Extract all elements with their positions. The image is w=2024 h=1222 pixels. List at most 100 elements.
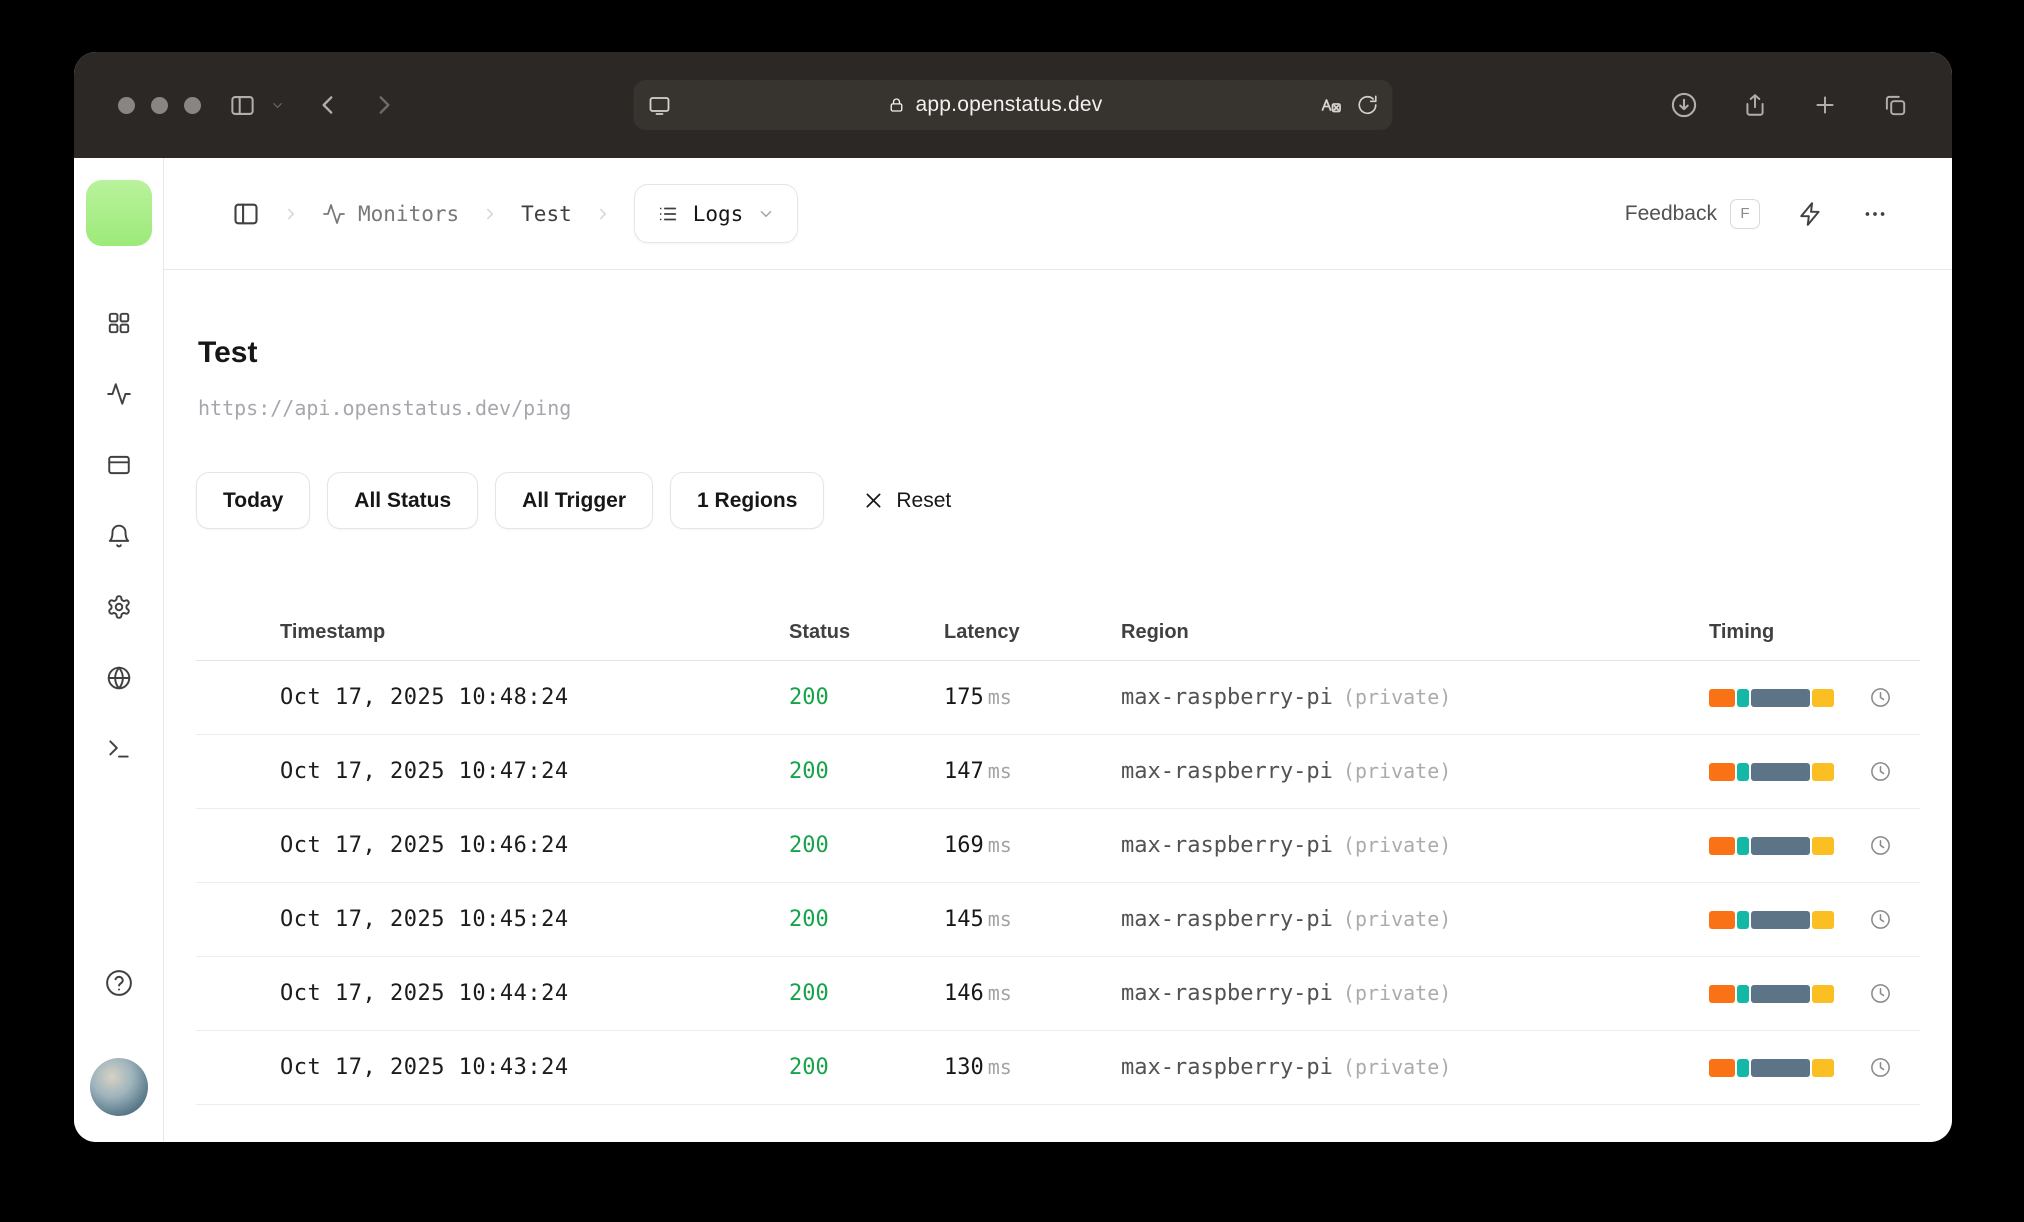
timing-segment-ttfb bbox=[1750, 762, 1811, 781]
list-icon bbox=[657, 203, 679, 225]
globe-icon[interactable] bbox=[106, 665, 132, 691]
clock-icon bbox=[1869, 760, 1892, 783]
cell-latency: 147 bbox=[944, 759, 984, 784]
clock-icon bbox=[1869, 908, 1892, 931]
table-row[interactable]: Oct 17, 2025 10:43:24 200 130 ms max-rasp… bbox=[196, 1031, 1920, 1105]
timing-segment-connect bbox=[1736, 910, 1749, 929]
cell-timestamp: Oct 17, 2025 10:46:24 bbox=[280, 833, 569, 858]
forward-icon[interactable] bbox=[371, 92, 397, 118]
filter-bar: Today All Status All Trigger 1 Regions R… bbox=[196, 472, 1920, 529]
reload-icon[interactable] bbox=[1357, 94, 1379, 116]
cell-region: max-raspberry-pi bbox=[1121, 759, 1333, 784]
col-latency: Latency bbox=[944, 621, 1020, 643]
downloads-icon[interactable] bbox=[1670, 91, 1698, 119]
page-title: Test bbox=[198, 336, 258, 369]
activity-icon bbox=[322, 202, 346, 226]
table-row[interactable]: Oct 17, 2025 10:47:24 200 147 ms max-rasp… bbox=[196, 735, 1920, 809]
timing-segment-ttfb bbox=[1750, 1058, 1811, 1077]
new-tab-icon[interactable] bbox=[1812, 92, 1838, 118]
table-row[interactable]: Oct 17, 2025 10:48:24 200 175 ms max-rasp… bbox=[196, 661, 1920, 735]
clock-icon bbox=[1869, 686, 1892, 709]
cell-latency-unit: ms bbox=[987, 1055, 1012, 1079]
close-window-button[interactable] bbox=[118, 96, 135, 114]
zap-icon[interactable] bbox=[1798, 201, 1824, 227]
chevron-down-icon[interactable] bbox=[270, 98, 285, 113]
clock-icon bbox=[1869, 834, 1892, 857]
more-options-icon[interactable] bbox=[1862, 201, 1888, 227]
help-icon[interactable] bbox=[104, 968, 134, 998]
lock-icon bbox=[888, 96, 906, 114]
timing-segment-dns bbox=[1709, 1058, 1735, 1077]
timing-bar bbox=[1709, 1058, 1834, 1077]
timing-bar bbox=[1709, 688, 1834, 707]
logs-table: Timestamp Status Latency Region Timing O… bbox=[196, 605, 1920, 1105]
feedback-button[interactable]: Feedback F bbox=[1625, 198, 1760, 229]
minimize-window-button[interactable] bbox=[151, 96, 168, 114]
cell-latency-unit: ms bbox=[987, 907, 1012, 931]
app-sidebar bbox=[74, 158, 164, 1142]
cell-latency-unit: ms bbox=[987, 759, 1012, 783]
settings-gear-icon[interactable] bbox=[106, 594, 132, 620]
translate-icon[interactable] bbox=[1319, 93, 1343, 117]
panel-left-icon[interactable] bbox=[232, 200, 260, 228]
filter-regions-button[interactable]: 1 Regions bbox=[670, 472, 825, 529]
logs-view-dropdown[interactable]: Logs bbox=[633, 184, 799, 243]
timing-segment-transfer bbox=[1812, 836, 1834, 855]
chevron-down-icon bbox=[757, 205, 775, 223]
cell-status: 200 bbox=[789, 759, 829, 784]
table-row[interactable]: Oct 17, 2025 10:46:24 200 169 ms max-rasp… bbox=[196, 809, 1920, 883]
cell-status: 200 bbox=[789, 981, 829, 1006]
cell-timestamp: Oct 17, 2025 10:45:24 bbox=[280, 907, 569, 932]
notifications-bell-icon[interactable] bbox=[106, 523, 132, 549]
timing-segment-transfer bbox=[1812, 762, 1834, 781]
breadcrumb-monitor-name[interactable]: Test bbox=[521, 202, 572, 226]
timing-segment-connect bbox=[1736, 688, 1749, 707]
breadcrumb-monitors[interactable]: Monitors bbox=[322, 202, 459, 226]
filter-period-button[interactable]: Today bbox=[196, 472, 311, 529]
filter-status-button[interactable]: All Status bbox=[327, 472, 479, 529]
address-bar[interactable]: app.openstatus.dev bbox=[633, 80, 1393, 130]
status-pages-icon[interactable] bbox=[106, 452, 132, 478]
terminal-icon[interactable] bbox=[106, 736, 132, 762]
timing-segment-dns bbox=[1709, 688, 1735, 707]
table-row[interactable]: Oct 17, 2025 10:44:24 200 146 ms max-rasp… bbox=[196, 957, 1920, 1031]
timing-segment-transfer bbox=[1812, 688, 1834, 707]
browser-toolbar: app.openstatus.dev bbox=[74, 52, 1952, 158]
cell-region-note: (private) bbox=[1342, 1055, 1452, 1079]
browser-sidebar-icon[interactable] bbox=[229, 92, 256, 119]
timing-bar bbox=[1709, 984, 1834, 1003]
timing-segment-transfer bbox=[1812, 1058, 1834, 1077]
app-header: Monitors Test Logs Feedback F bbox=[164, 158, 1952, 270]
cell-region: max-raspberry-pi bbox=[1121, 833, 1333, 858]
chevron-right-icon bbox=[282, 205, 300, 223]
url-text: app.openstatus.dev bbox=[915, 93, 1103, 116]
traffic-lights bbox=[118, 96, 201, 114]
tab-overview-icon[interactable] bbox=[1882, 92, 1908, 118]
cell-latency: 169 bbox=[944, 833, 984, 858]
dashboard-grid-icon[interactable] bbox=[106, 310, 132, 336]
zoom-window-button[interactable] bbox=[184, 96, 201, 114]
app-root: Monitors Test Logs Feedback F Test https… bbox=[74, 158, 1952, 1142]
back-icon[interactable] bbox=[315, 92, 341, 118]
timing-segment-ttfb bbox=[1750, 836, 1811, 855]
monitors-activity-icon[interactable] bbox=[106, 381, 132, 407]
timing-bar bbox=[1709, 836, 1834, 855]
filter-trigger-button[interactable]: All Trigger bbox=[495, 472, 654, 529]
cell-region-note: (private) bbox=[1342, 759, 1452, 783]
cell-latency: 175 bbox=[944, 685, 984, 710]
openstatus-logo[interactable] bbox=[85, 180, 152, 246]
chevron-right-icon bbox=[481, 205, 499, 223]
browser-window: app.openstatus.dev Monitors Test Logs Fe… bbox=[74, 52, 1952, 1142]
user-avatar[interactable] bbox=[89, 1058, 148, 1116]
cell-latency: 145 bbox=[944, 907, 984, 932]
table-row[interactable]: Oct 17, 2025 10:45:24 200 145 ms max-rasp… bbox=[196, 883, 1920, 957]
reset-filters-button[interactable]: Reset bbox=[863, 489, 951, 513]
cell-status: 200 bbox=[789, 907, 829, 932]
share-icon[interactable] bbox=[1742, 92, 1768, 118]
cell-region-note: (private) bbox=[1342, 907, 1452, 931]
col-status: Status bbox=[789, 621, 851, 643]
clock-icon bbox=[1869, 982, 1892, 1005]
timing-bar bbox=[1709, 910, 1834, 929]
page-settings-icon[interactable] bbox=[648, 93, 672, 117]
feedback-shortcut-badge: F bbox=[1730, 198, 1760, 229]
